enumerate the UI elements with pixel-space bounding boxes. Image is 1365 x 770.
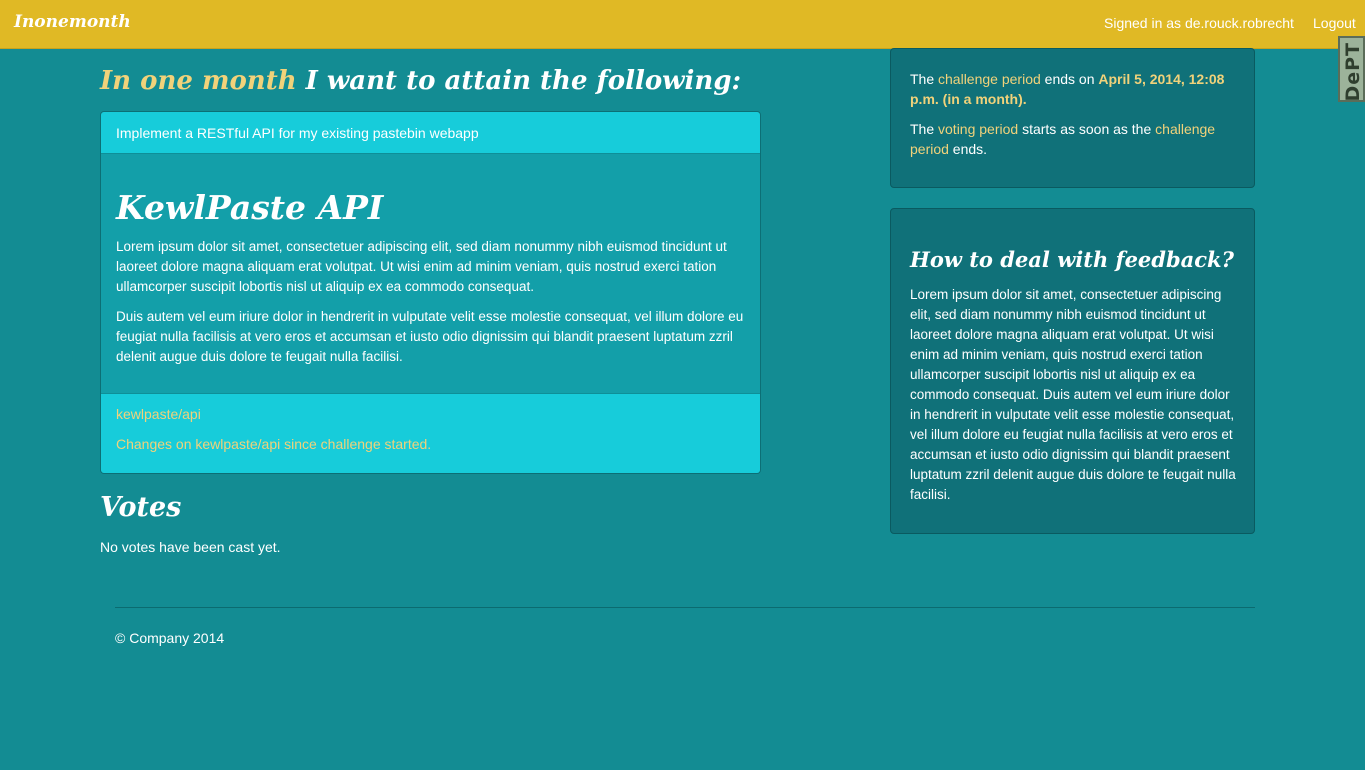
logout-link[interactable]: Logout: [1313, 15, 1356, 31]
goal-paragraph: Lorem ipsum dolor sit amet, consectetuer…: [116, 239, 727, 294]
changes-since-start-link[interactable]: Changes on kewlpaste/api since challenge…: [116, 436, 431, 452]
voting-period-middle: starts as soon as the: [1018, 121, 1156, 137]
goal-title: KewlPaste API: [116, 188, 384, 227]
challenge-period-middle: ends on: [1040, 71, 1099, 87]
page-title-accent: In one month: [100, 66, 297, 96]
period-info-card: The challenge period ends on April 5, 20…: [890, 48, 1255, 188]
top-navbar: Inonemonth Signed in as de.rouck.robrech…: [0, 0, 1365, 49]
voting-period-link[interactable]: voting period: [938, 121, 1018, 137]
debug-toolbar-label: DePT: [1342, 42, 1364, 102]
challenge-period-prefix: The: [910, 71, 939, 87]
feedback-text: Lorem ipsum dolor sit amet, consectetuer…: [910, 287, 1236, 502]
votes-empty-message: No votes have been cast yet.: [100, 539, 281, 555]
goal-paragraph: Duis autem vel eum iriure dolor in hendr…: [116, 309, 744, 364]
goal-summary-header: Implement a RESTful API for my existing …: [101, 112, 760, 154]
brand-logo-link[interactable]: Inonemonth: [14, 12, 131, 32]
footer-divider: [115, 607, 1255, 608]
repo-link[interactable]: kewlpaste/api: [116, 406, 201, 422]
feedback-heading: How to deal with feedback?: [910, 247, 1234, 272]
goal-card: Implement a RESTful API for my existing …: [100, 111, 761, 474]
debug-toolbar-badge[interactable]: DePT: [1338, 36, 1365, 102]
goal-summary-text: Implement a RESTful API for my existing …: [116, 125, 479, 141]
voting-period-prefix: The: [910, 121, 939, 137]
footer-copyright: © Company 2014: [115, 630, 225, 646]
votes-heading: Votes: [100, 492, 182, 523]
voting-period-suffix: ends.: [948, 141, 988, 157]
voting-period-info: The voting period starts as soon as the …: [910, 119, 1240, 159]
goal-body: KewlPaste API Lorem ipsum dolor sit amet…: [101, 154, 760, 394]
challenge-period-info: The challenge period ends on April 5, 20…: [910, 69, 1240, 109]
feedback-card: How to deal with feedback? Lorem ipsum d…: [890, 208, 1255, 534]
signed-in-user-link[interactable]: Signed in as de.rouck.robrecht: [1104, 15, 1294, 31]
page-title: In one month I want to attain the follow…: [100, 66, 741, 96]
page-title-rest: I want to attain the following:: [296, 66, 742, 96]
challenge-period-link[interactable]: challenge period: [938, 71, 1041, 87]
goal-footer: kewlpaste/api Changes on kewlpaste/api s…: [101, 394, 760, 473]
